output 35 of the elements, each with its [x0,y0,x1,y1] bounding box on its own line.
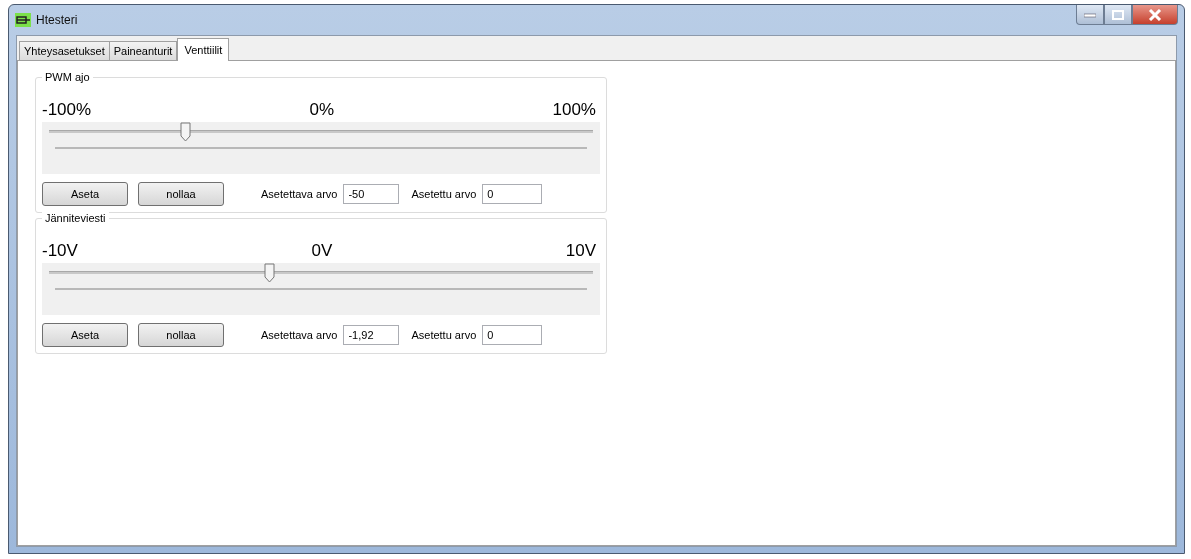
reset-button[interactable]: nollaa [138,182,224,206]
tab[interactable]: Paineanturit [108,41,178,60]
window-title: Htesteri [36,13,78,27]
set-button[interactable]: Aseta [42,182,128,206]
maximize-icon [1112,9,1124,20]
scale-label: 10V [565,241,596,261]
input-field[interactable]: -50 [343,184,400,204]
tab[interactable]: Yhteysasetukset [19,41,110,60]
tab[interactable]: Venttiilit [177,38,230,61]
input-field[interactable]: 0 [482,184,543,204]
minimize-icon [1084,11,1096,18]
slider[interactable] [42,122,600,174]
slider[interactable] [42,263,600,315]
slider-thumb[interactable] [263,263,275,283]
field-label: Asetettava arvo [261,188,338,200]
scale-label: -100% [42,100,92,120]
set-button[interactable]: Aseta [42,323,128,347]
scale-label: 100% [552,100,596,120]
reset-button[interactable]: nollaa [138,323,224,347]
slider-thumb[interactable] [180,122,191,142]
close-icon [1148,8,1162,21]
field-label: Asetettu arvo [411,329,477,341]
minimize-button[interactable] [1076,5,1104,25]
input-field[interactable]: -1,92 [343,325,400,345]
close-button[interactable] [1132,5,1178,25]
field-label: Asetettu arvo [411,188,477,200]
maximize-button[interactable] [1104,5,1132,25]
group-title: Jänniteviesti [42,212,109,224]
scale-label: 0% [309,100,335,120]
scale-label: 0V [311,241,333,261]
group-title: PWM ajo [42,71,93,83]
input-field[interactable]: 0 [482,325,543,345]
scale-label: -10V [42,241,78,261]
field-label: Asetettava arvo [261,329,338,341]
app-icon [15,13,31,27]
